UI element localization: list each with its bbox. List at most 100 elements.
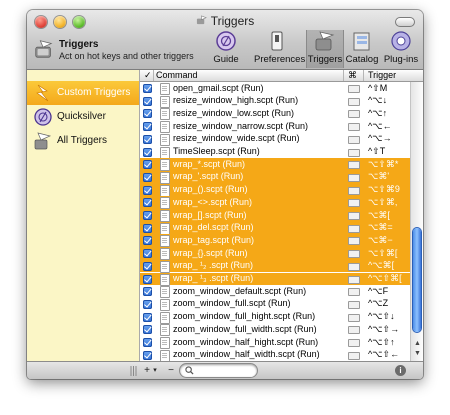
- table-row[interactable]: TimeSleep.scpt (Run) ^⇧T: [140, 146, 410, 159]
- scroll-up-arrow[interactable]: ▲: [414, 340, 421, 347]
- trigger-shortcut[interactable]: ^⌥Z: [368, 298, 388, 309]
- table-row[interactable]: zoom_window_full_hight.scpt (Run) ^⌥⇧↓: [140, 311, 410, 324]
- table-row[interactable]: wrap_*.scpt (Run) ⌥⇧⌘*: [140, 158, 410, 172]
- trigger-shortcut[interactable]: ^⌥F: [368, 286, 388, 297]
- table-row[interactable]: zoom_window_full_width.scpt (Run) ^⌥⇧→: [140, 323, 410, 337]
- enabled-checkbox[interactable]: [143, 287, 152, 297]
- toolbar-guide-button[interactable]: Guide: [210, 30, 242, 68]
- trigger-shortcut[interactable]: ^⌥⌘[: [368, 260, 394, 271]
- trigger-shortcut[interactable]: ^⌥⇧←: [368, 349, 399, 360]
- enabled-checkbox[interactable]: [143, 350, 152, 360]
- trigger-shortcut[interactable]: ^⌥⇧↓: [368, 311, 395, 322]
- table-row[interactable]: wrap_[].scpt (Run) ⌥⌘[: [140, 209, 410, 222]
- trigger-shortcut[interactable]: ^⌥⇧↑: [368, 337, 395, 348]
- trigger-shortcut[interactable]: ⌥⌘−: [368, 235, 393, 246]
- table-row[interactable]: wrap_tag.scpt (Run) ⌥⌘−: [140, 234, 410, 248]
- scroll-down-arrow[interactable]: ▼: [414, 350, 421, 357]
- table-row[interactable]: wrap_{}.scpt (Run) ⌥⇧⌘[: [140, 247, 410, 261]
- trigger-shortcut[interactable]: ⌥⌘': [368, 171, 389, 182]
- table-row[interactable]: zoom_window_full.scpt (Run) ^⌥Z: [140, 298, 410, 311]
- trigger-shortcut[interactable]: ^⌥↓: [368, 95, 387, 106]
- enabled-checkbox[interactable]: [143, 122, 152, 132]
- resize-grip-icon[interactable]: [130, 366, 138, 376]
- command-name: wrap_{}.scpt (Run): [173, 247, 248, 258]
- toolbar-catalog-button[interactable]: Catalog: [345, 30, 379, 68]
- script-file-icon: [160, 159, 170, 172]
- enabled-checkbox[interactable]: [143, 312, 152, 322]
- enabled-checkbox[interactable]: [143, 236, 152, 246]
- remove-trigger-button[interactable]: −: [165, 363, 177, 378]
- vertical-scrollbar[interactable]: ▲ ▼: [410, 82, 423, 361]
- info-button[interactable]: i: [395, 365, 406, 376]
- toolbar-triggers-button[interactable]: Triggers: [306, 30, 344, 68]
- table-row[interactable]: resize_window_low.scpt (Run) ^⌥↑: [140, 107, 410, 121]
- trigger-shortcut[interactable]: ⌥⇧⌘,: [368, 197, 397, 208]
- search-field[interactable]: [180, 364, 257, 377]
- command-name: wrap_().scpt (Run): [173, 184, 248, 195]
- column-header-command[interactable]: Command: [156, 70, 198, 81]
- table-row[interactable]: zoom_window_default.scpt (Run) ^⌥F: [140, 285, 410, 299]
- command-name: wrap_[].scpt (Run): [173, 209, 247, 220]
- enabled-checkbox[interactable]: [143, 274, 152, 284]
- add-trigger-menu-button[interactable]: ▾: [151, 363, 159, 378]
- table-row[interactable]: open_gmail.scpt (Run) ^⇧M: [140, 82, 410, 95]
- trigger-shortcut[interactable]: ^⌥↑: [368, 108, 387, 119]
- enabled-checkbox[interactable]: [143, 338, 152, 347]
- column-header-enabled[interactable]: ✓: [144, 70, 152, 81]
- table-row[interactable]: wrap_del.scpt (Run) ⌥⌘=: [140, 221, 410, 235]
- trigger-shortcut[interactable]: ^⇧M: [368, 83, 387, 94]
- enabled-checkbox[interactable]: [143, 172, 152, 182]
- enabled-checkbox[interactable]: [143, 160, 152, 170]
- table-header: ✓ Command ⌘ Trigger: [140, 70, 423, 82]
- trigger-shortcut[interactable]: ⌥⇧⌘[: [368, 248, 397, 259]
- enabled-checkbox[interactable]: [143, 147, 152, 157]
- scrollbar-thumb[interactable]: [413, 228, 421, 332]
- table-row[interactable]: wrap_ ¹₃ .scpt (Run) ^⌥⇧⌘[: [140, 272, 410, 286]
- trigger-shortcut[interactable]: ⌥⌘[: [368, 210, 390, 221]
- app-name: Triggers: [59, 39, 99, 50]
- enabled-checkbox[interactable]: [143, 299, 152, 309]
- enabled-checkbox[interactable]: [143, 211, 152, 220]
- enabled-checkbox[interactable]: [143, 185, 152, 195]
- table-row[interactable]: resize_window_wide.scpt (Run) ^⌥→: [140, 133, 410, 146]
- toolbar-preferences-button[interactable]: Preferences: [254, 30, 305, 68]
- column-header-trigger[interactable]: Trigger: [368, 70, 396, 81]
- enabled-checkbox[interactable]: [143, 325, 152, 335]
- search-icon: [185, 366, 194, 375]
- table-row[interactable]: wrap_().scpt (Run) ⌥⇧⌘9: [140, 183, 410, 197]
- trigger-shortcut[interactable]: ⌥⇧⌘*: [368, 159, 398, 170]
- sidebar-item-quicksilver[interactable]: Quicksilver: [27, 105, 139, 129]
- keyboard-icon: [348, 148, 360, 157]
- enabled-checkbox[interactable]: [143, 96, 152, 106]
- table-row[interactable]: zoom_window_half_hight.scpt (Run) ^⌥⇧↑: [140, 336, 410, 349]
- table-row[interactable]: wrap_ ¹₂ .scpt (Run) ^⌥⌘[: [140, 259, 410, 273]
- enabled-checkbox[interactable]: [143, 109, 152, 119]
- table-row[interactable]: zoom_window_half_width.scpt (Run) ^⌥⇧←: [140, 349, 410, 361]
- column-header-keys[interactable]: ⌘: [348, 70, 357, 81]
- command-name: TimeSleep.scpt (Run): [173, 146, 260, 156]
- table-row[interactable]: resize_window_narrow.scpt (Run) ^⌥←: [140, 120, 410, 134]
- table-row[interactable]: wrap_<>.scpt (Run) ⌥⇧⌘,: [140, 196, 410, 210]
- table-row[interactable]: wrap_'.scpt (Run) ⌥⌘': [140, 170, 410, 184]
- app-description: Act on hot keys and other triggers: [59, 51, 194, 61]
- enabled-checkbox[interactable]: [143, 249, 152, 259]
- trigger-shortcut[interactable]: ⌥⌘=: [368, 222, 393, 233]
- trigger-shortcut[interactable]: ⌥⇧⌘9: [368, 184, 400, 195]
- sidebar-item-all-triggers[interactable]: All Triggers: [27, 129, 139, 153]
- command-name: resize_window_narrow.scpt (Run): [173, 120, 309, 131]
- command-name: open_gmail.scpt (Run): [173, 82, 264, 93]
- enabled-checkbox[interactable]: [143, 223, 152, 233]
- trigger-shortcut[interactable]: ^⇧T: [368, 146, 385, 157]
- trigger-shortcut[interactable]: ^⌥⇧→: [368, 324, 399, 335]
- trigger-shortcut[interactable]: ^⌥⇧⌘[: [368, 273, 402, 284]
- toolbar-plugins-button[interactable]: Plug-ins: [382, 30, 420, 68]
- enabled-checkbox[interactable]: [143, 198, 152, 208]
- enabled-checkbox[interactable]: [143, 84, 152, 93]
- enabled-checkbox[interactable]: [143, 134, 152, 144]
- table-row[interactable]: resize_window_high.scpt (Run) ^⌥↓: [140, 95, 410, 108]
- enabled-checkbox[interactable]: [143, 261, 152, 271]
- sidebar-item-custom-triggers[interactable]: Custom Triggers: [27, 81, 139, 105]
- sidebar: Custom Triggers Quicksilver All Triggers: [27, 70, 140, 361]
- trigger-shortcut[interactable]: ^⌥←: [368, 121, 392, 132]
- trigger-shortcut[interactable]: ^⌥→: [368, 133, 392, 144]
